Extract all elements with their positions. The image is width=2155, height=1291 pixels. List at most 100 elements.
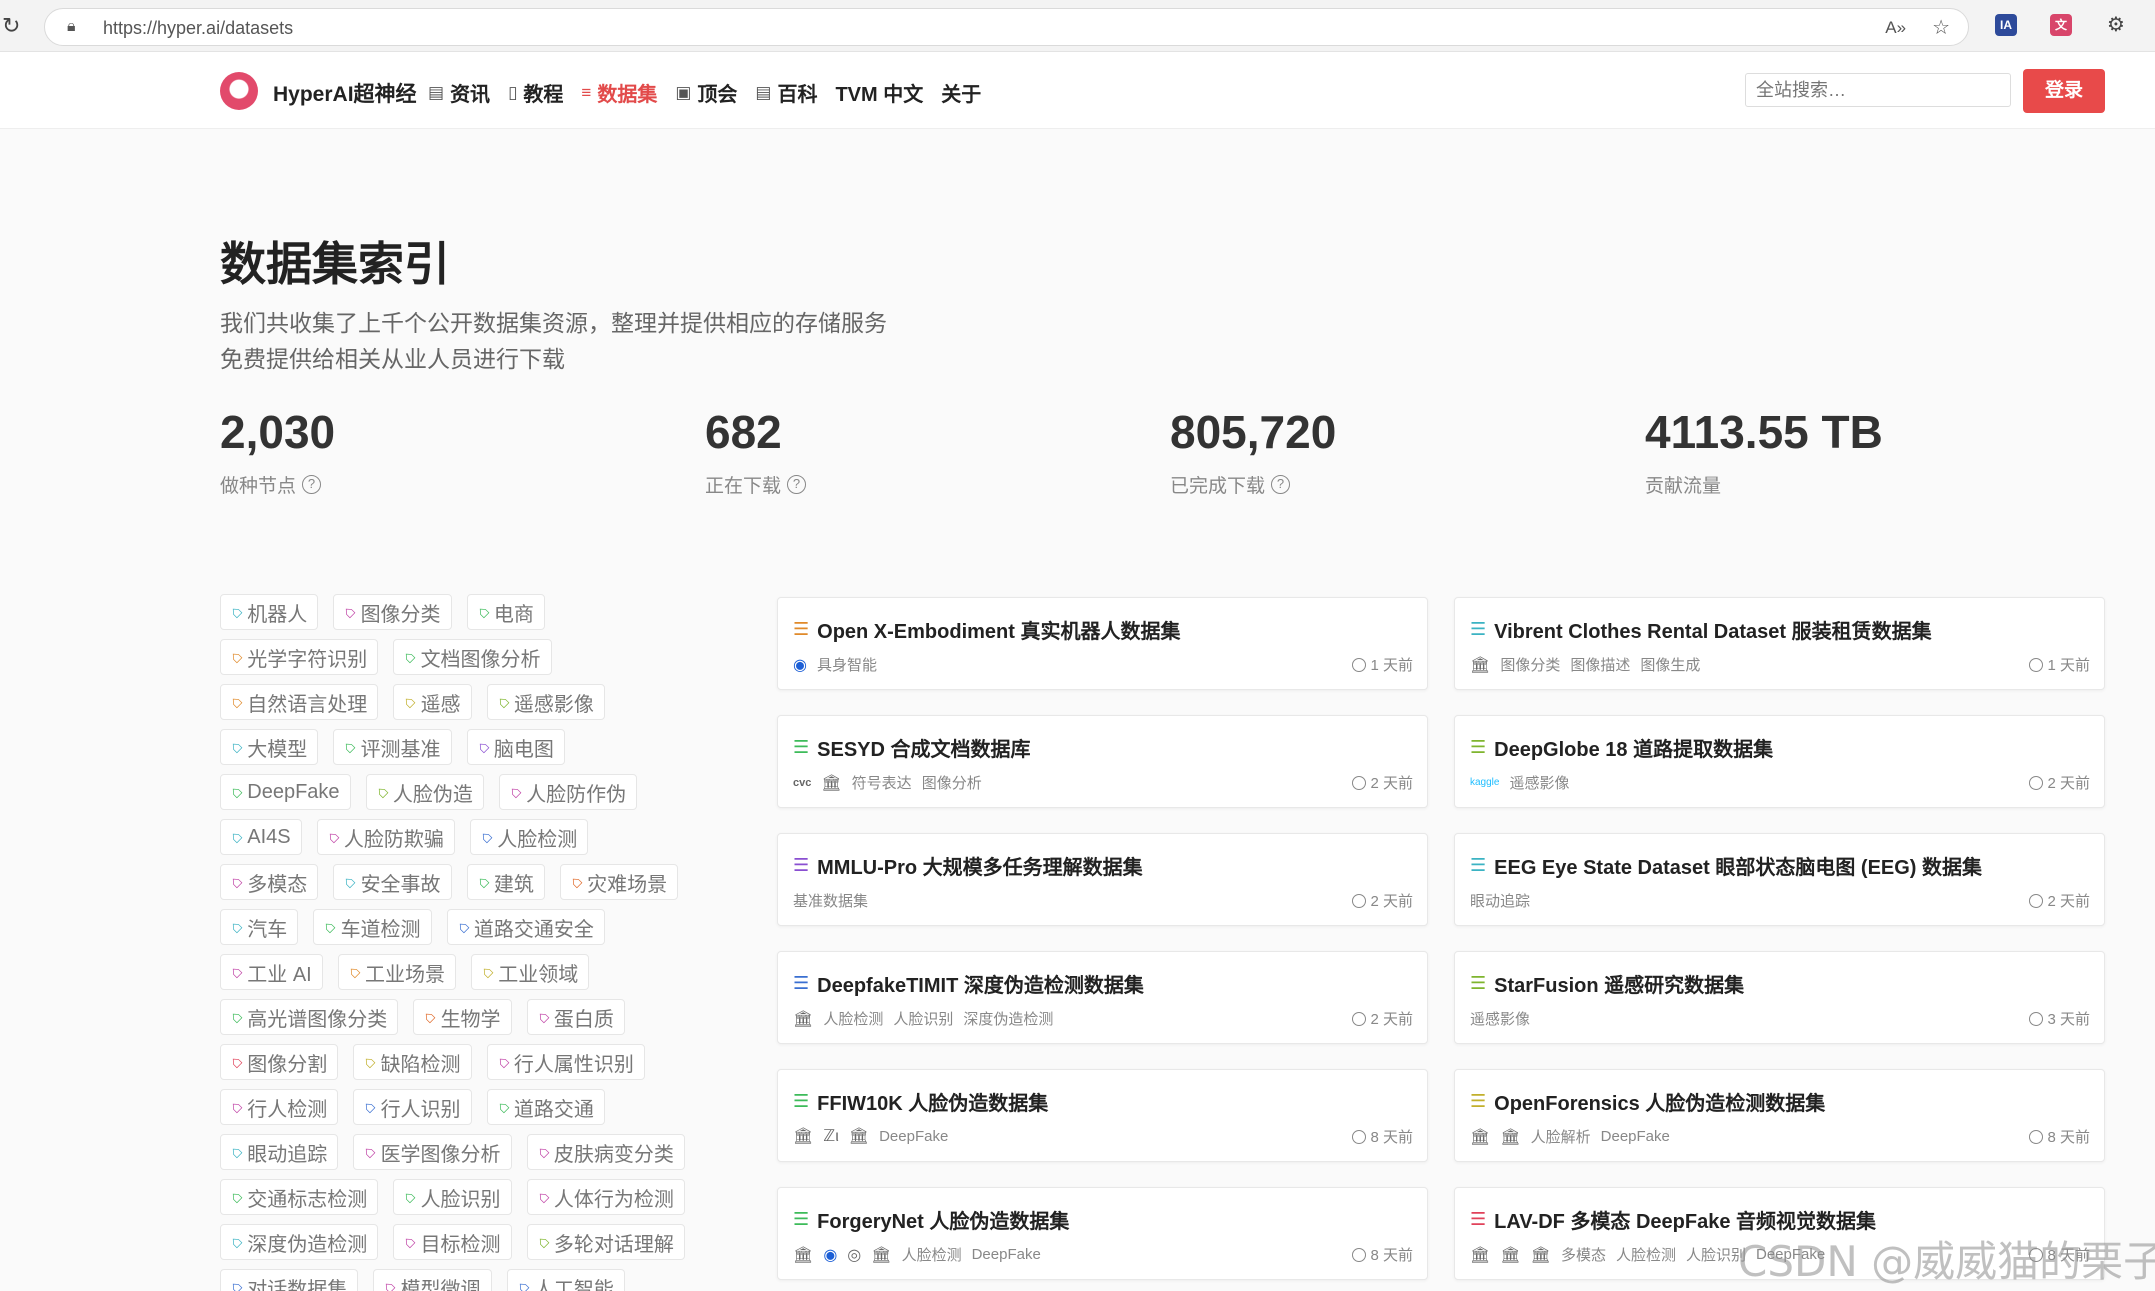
dataset-title[interactable]: StarFusion 遥感研究数据集 xyxy=(1494,969,1744,998)
dataset-card[interactable]: ☰ StarFusion 遥感研究数据集 遥感影像 3 天前 xyxy=(1454,951,2105,1044)
tag[interactable]: ⌂ 目标检测 xyxy=(393,1224,512,1260)
dataset-card[interactable]: ☰ FFIW10K 人脸伪造数据集 🏛︎ ℤι 🏛︎ DeepFake 8 天前 xyxy=(777,1069,1428,1162)
address-bar[interactable]: 🔒︎ https://hyper.ai/datasets A» ☆ xyxy=(44,8,1969,46)
tag[interactable]: ⌂ 人工智能 xyxy=(506,1269,625,1291)
extension-ia-icon[interactable]: IA xyxy=(1995,14,2017,36)
site-search-input[interactable] xyxy=(1745,73,2011,107)
dataset-card[interactable]: ☰ SESYD 合成文档数据库 cvc 🏛︎ 符号表达 图像分析 2 天前 xyxy=(777,715,1428,808)
tag[interactable]: ⌂ DeepFake xyxy=(220,774,351,810)
tag[interactable]: ⌂ 人脸防欺骗 xyxy=(316,819,455,855)
dataset-title[interactable]: FFIW10K 人脸伪造数据集 xyxy=(817,1087,1048,1116)
dataset-tag[interactable]: 图像描述 xyxy=(1570,654,1630,675)
tag[interactable]: ⌂ 灾难场景 xyxy=(559,864,679,900)
tag[interactable]: ⌂ AI4S xyxy=(220,819,302,855)
tag[interactable]: ⌂ 工业 AI xyxy=(220,954,323,990)
dataset-tag[interactable]: 图像分类 xyxy=(1500,654,1560,675)
tag[interactable]: ⌂ 道路交通 xyxy=(486,1089,605,1125)
extensions-puzzle-icon[interactable]: ⚙ xyxy=(2105,14,2127,36)
tag[interactable]: ⌂ 模型微调 xyxy=(373,1269,492,1291)
tag[interactable]: ⌂ 车道检测 xyxy=(313,909,432,945)
dataset-tag[interactable]: 遥感影像 xyxy=(1509,772,1569,793)
tag[interactable]: ⌂ 行人检测 xyxy=(220,1089,339,1125)
help-icon[interactable]: ? xyxy=(787,475,807,494)
dataset-tag[interactable]: DeepFake xyxy=(1601,1128,1670,1145)
nav-item[interactable]: ▯ 教程 xyxy=(508,78,563,107)
dataset-card[interactable]: ☰ EEG Eye State Dataset 眼部状态脑电图 (EEG) 数据集… xyxy=(1454,833,2105,926)
tag[interactable]: ⌂ 高光谱图像分类 xyxy=(220,999,399,1035)
dataset-tag[interactable]: 具身智能 xyxy=(817,654,877,675)
nav-item[interactable]: TVM 中文 xyxy=(835,78,923,107)
tag[interactable]: ⌂ 交通标志检测 xyxy=(220,1179,379,1215)
tag[interactable]: ⌂ 遥感 xyxy=(393,684,472,720)
tag[interactable]: ⌂ 生物学 xyxy=(413,999,512,1035)
dataset-title[interactable]: Open X-Embodiment 真实机器人数据集 xyxy=(817,615,1180,644)
nav-item[interactable]: ▣ 顶会 xyxy=(675,78,737,107)
tag[interactable]: ⌂ 人脸识别 xyxy=(393,1179,512,1215)
dataset-title[interactable]: EEG Eye State Dataset 眼部状态脑电图 (EEG) 数据集 xyxy=(1494,851,1982,880)
dataset-title[interactable]: ForgeryNet 人脸伪造数据集 xyxy=(817,1205,1069,1234)
dataset-card[interactable]: ☰ ForgeryNet 人脸伪造数据集 🏛︎ ◉ ◎ 🏛︎ 人脸检测 DeepFake 8 天… xyxy=(777,1187,1428,1280)
read-aloud-icon[interactable]: A» xyxy=(1885,18,1906,40)
dataset-title[interactable]: DeepGlobe 18 道路提取数据集 xyxy=(1494,733,1773,762)
tag[interactable]: ⌂ 对话数据集 xyxy=(220,1269,359,1291)
dataset-title[interactable]: SESYD 合成文档数据库 xyxy=(817,733,1030,762)
tag[interactable]: ⌂ 汽车 xyxy=(220,909,299,945)
tag[interactable]: ⌂ 深度伪造检测 xyxy=(220,1224,379,1260)
tag[interactable]: ⌂ 人脸检测 xyxy=(469,819,589,855)
tag[interactable]: ⌂ 机器人 xyxy=(220,594,319,630)
tag[interactable]: ⌂ 大模型 xyxy=(220,729,319,765)
nav-item[interactable]: ▤ 百科 xyxy=(755,78,817,107)
nav-item[interactable]: 关于 xyxy=(941,78,981,107)
tag[interactable]: ⌂ 道路交通安全 xyxy=(446,909,605,945)
tag[interactable]: ⌂ 遥感影像 xyxy=(486,684,605,720)
tag[interactable]: ⌂ 建筑 xyxy=(466,864,545,900)
nav-item[interactable]: ▤ 资讯 xyxy=(428,78,490,107)
dataset-tag[interactable]: 基准数据集 xyxy=(793,890,868,911)
tag[interactable]: ⌂ 自然语言处理 xyxy=(220,684,379,720)
tag[interactable]: ⌂ 脑电图 xyxy=(466,729,565,765)
tag[interactable]: ⌂ 人脸防作伪 xyxy=(498,774,638,810)
tag[interactable]: ⌂ 工业领域 xyxy=(471,954,590,990)
tag[interactable]: ⌂ 多轮对话理解 xyxy=(526,1224,685,1260)
dataset-tag[interactable]: 人脸识别 xyxy=(1686,1244,1746,1265)
extension-translate-icon[interactable]: 文 xyxy=(2050,14,2072,36)
dataset-title[interactable]: MMLU-Pro 大规模多任务理解数据集 xyxy=(817,851,1143,880)
tag[interactable]: ⌂ 人脸伪造 xyxy=(365,774,484,810)
dataset-card[interactable]: ☰ Open X-Embodiment 真实机器人数据集 ◉ 具身智能 1 天前 xyxy=(777,597,1428,690)
tag[interactable]: ⌂ 图像分类 xyxy=(333,594,452,630)
brand-name[interactable]: HyperAI超神经 xyxy=(273,78,417,108)
hyperai-logo-icon[interactable] xyxy=(220,72,258,110)
login-button[interactable]: 登录 xyxy=(2023,69,2105,113)
dataset-card[interactable]: ☰ DeepfakeTIMIT 深度伪造检测数据集 🏛︎ 人脸检测 人脸识别 深度伪造检测… xyxy=(777,951,1428,1044)
tag[interactable]: ⌂ 眼动追踪 xyxy=(220,1134,339,1170)
tag[interactable]: ⌂ 人体行为检测 xyxy=(526,1179,685,1215)
reload-icon[interactable]: ↻ xyxy=(2,13,20,39)
tag[interactable]: ⌂ 图像分割 xyxy=(220,1044,339,1080)
dataset-tag[interactable]: 人脸识别 xyxy=(893,1008,953,1029)
dataset-tag[interactable]: 人脸检测 xyxy=(1616,1244,1676,1265)
dataset-card[interactable]: ☰ Vibrent Clothes Rental Dataset 服装租赁数据集 🏛… xyxy=(1454,597,2105,690)
tag[interactable]: ⌂ 医学图像分析 xyxy=(353,1134,512,1170)
dataset-card[interactable]: ☰ DeepGlobe 18 道路提取数据集 kaggle 遥感影像 2 天前 xyxy=(1454,715,2105,808)
tag[interactable]: ⌂ 皮肤病变分类 xyxy=(526,1134,685,1170)
dataset-card[interactable]: ☰ MMLU-Pro 大规模多任务理解数据集 基准数据集 2 天前 xyxy=(777,833,1428,926)
tag[interactable]: ⌂ 蛋白质 xyxy=(526,999,625,1035)
dataset-tag[interactable]: DeepFake xyxy=(972,1246,1041,1263)
nav-item[interactable]: ≡ 数据集 xyxy=(581,78,657,107)
dataset-tag[interactable]: 人脸检测 xyxy=(823,1008,883,1029)
dataset-tag[interactable]: 图像分析 xyxy=(922,772,982,793)
dataset-tag[interactable]: 深度伪造检测 xyxy=(963,1008,1053,1029)
tag[interactable]: ⌂ 评测基准 xyxy=(333,729,452,765)
tag[interactable]: ⌂ 缺陷检测 xyxy=(353,1044,472,1080)
url-text[interactable]: https://hyper.ai/datasets xyxy=(103,18,293,39)
dataset-title[interactable]: DeepfakeTIMIT 深度伪造检测数据集 xyxy=(817,969,1144,998)
help-icon[interactable]: ? xyxy=(302,475,322,494)
dataset-tag[interactable]: 图像生成 xyxy=(1640,654,1700,675)
tag[interactable]: ⌂ 安全事故 xyxy=(333,864,452,900)
dataset-tag[interactable]: 人脸解析 xyxy=(1531,1126,1591,1147)
tag[interactable]: ⌂ 多模态 xyxy=(220,864,319,900)
dataset-title[interactable]: Vibrent Clothes Rental Dataset 服装租赁数据集 xyxy=(1494,615,1931,644)
tag[interactable]: ⌂ 电商 xyxy=(466,594,545,630)
tag[interactable]: ⌂ 光学字符识别 xyxy=(220,639,379,675)
star-icon[interactable]: ☆ xyxy=(1932,15,1950,40)
